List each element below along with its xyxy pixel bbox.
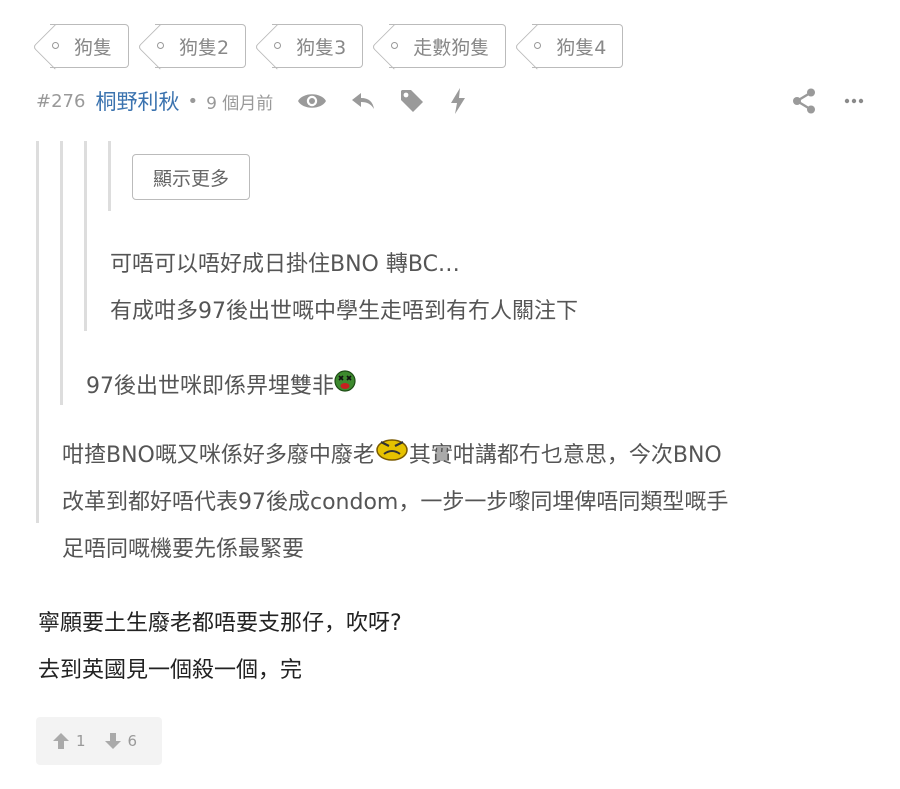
tag-hole-icon <box>52 42 59 49</box>
quote-bar-level1 <box>36 141 39 523</box>
share-icon[interactable] <box>792 88 816 114</box>
quote-bar-level3 <box>84 141 87 331</box>
vote-bar: 1 6 <box>36 717 162 765</box>
tag-item[interactable]: 走數狗隻 <box>389 24 507 68</box>
tag-list: 狗隻 狗隻2 狗隻3 走數狗隻 狗隻4 <box>36 24 624 68</box>
quote-line: 改革到都好唔代表97後成condom，一步一步嚟同埋俾唔同類型嘅手 <box>62 490 729 515</box>
downvote-button[interactable]: 6 <box>104 732 138 750</box>
more-icon[interactable] <box>844 98 864 104</box>
post-actions-right <box>776 84 864 118</box>
tag-label: 狗隻3 <box>296 36 347 59</box>
upvote-button[interactable]: 1 <box>52 732 86 750</box>
reply-line: 去到英國見一個殺一個，完 <box>38 658 303 683</box>
tag-hole-icon <box>391 42 399 49</box>
tag-hole-icon <box>157 42 165 49</box>
quote-level1: 咁揸BNO嘅又咪係好多廢中廢老 其實咁講都冇乜意思，今次BNO 改革到都好唔代表… <box>62 432 728 573</box>
upvote-count: 1 <box>76 732 86 750</box>
quote-line: 97後出世咪即係畀埋雙非 <box>86 374 334 399</box>
tag-hole-icon <box>534 42 542 49</box>
quote-line: 其實咁講都冇乜意思，今次BNO <box>408 443 722 468</box>
post-time: 9 個月前 <box>206 93 274 114</box>
reply-line: 寧願要土生廢老都唔要支那仔，吹呀? <box>38 611 402 636</box>
tag-icon[interactable] <box>399 88 425 114</box>
quote-bar-level2 <box>60 141 63 405</box>
lightning-icon[interactable] <box>449 87 467 115</box>
reply-body: 寧願要土生廢老都唔要支那仔，吹呀? 去到英國見一個殺一個，完 <box>38 600 402 694</box>
sick-face-emoji-icon <box>334 370 356 398</box>
arrow-down-icon <box>104 733 121 749</box>
quote-line: 可唔可以唔好成日掛住BNO 轉BC… <box>110 252 460 277</box>
meta-separator: • <box>187 90 199 112</box>
reply-icon[interactable] <box>351 91 375 111</box>
tag-hole-icon <box>274 42 282 49</box>
quote-bar-level4 <box>108 141 111 211</box>
post-number[interactable]: #276 <box>36 91 85 112</box>
quote-line: 有成咁多97後出世嘅中學生走唔到有冇人關注下 <box>110 299 578 324</box>
author-name[interactable]: 桐野利秋 <box>95 86 179 116</box>
downvote-count: 6 <box>127 732 138 750</box>
tag-label: 狗隻2 <box>179 36 230 59</box>
show-more-button[interactable]: 顯示更多 <box>132 154 250 200</box>
tag-item[interactable]: 狗隻4 <box>532 24 624 68</box>
tag-label: 狗隻 <box>74 36 113 59</box>
quote-level3: 可唔可以唔好成日掛住BNO 轉BC… 有成咁多97後出世嘅中學生走唔到有冇人關注… <box>110 241 578 335</box>
quote-line-row: 咁揸BNO嘅又咪係好多廢中廢老 其實咁講都冇乜意思，今次BNO <box>62 432 728 479</box>
quote-level2: 97後出世咪即係畀埋雙非 <box>86 368 356 400</box>
tag-label: 走數狗隻 <box>413 36 490 59</box>
quote-line: 咁揸BNO嘅又咪係好多廢中廢老 <box>62 443 375 468</box>
tag-item[interactable]: 狗隻2 <box>155 24 247 68</box>
eye-icon[interactable] <box>297 91 327 111</box>
post-meta: #276 桐野利秋 • 9 個月前 <box>36 84 864 118</box>
tag-item[interactable]: 狗隻3 <box>272 24 364 68</box>
angry-face-emoji-icon <box>375 432 409 479</box>
quote-line: 足唔同嘅機要先係最緊要 <box>62 537 305 562</box>
arrow-up-icon <box>53 733 69 749</box>
tag-item[interactable]: 狗隻 <box>50 24 130 68</box>
tag-label: 狗隻4 <box>556 36 607 59</box>
